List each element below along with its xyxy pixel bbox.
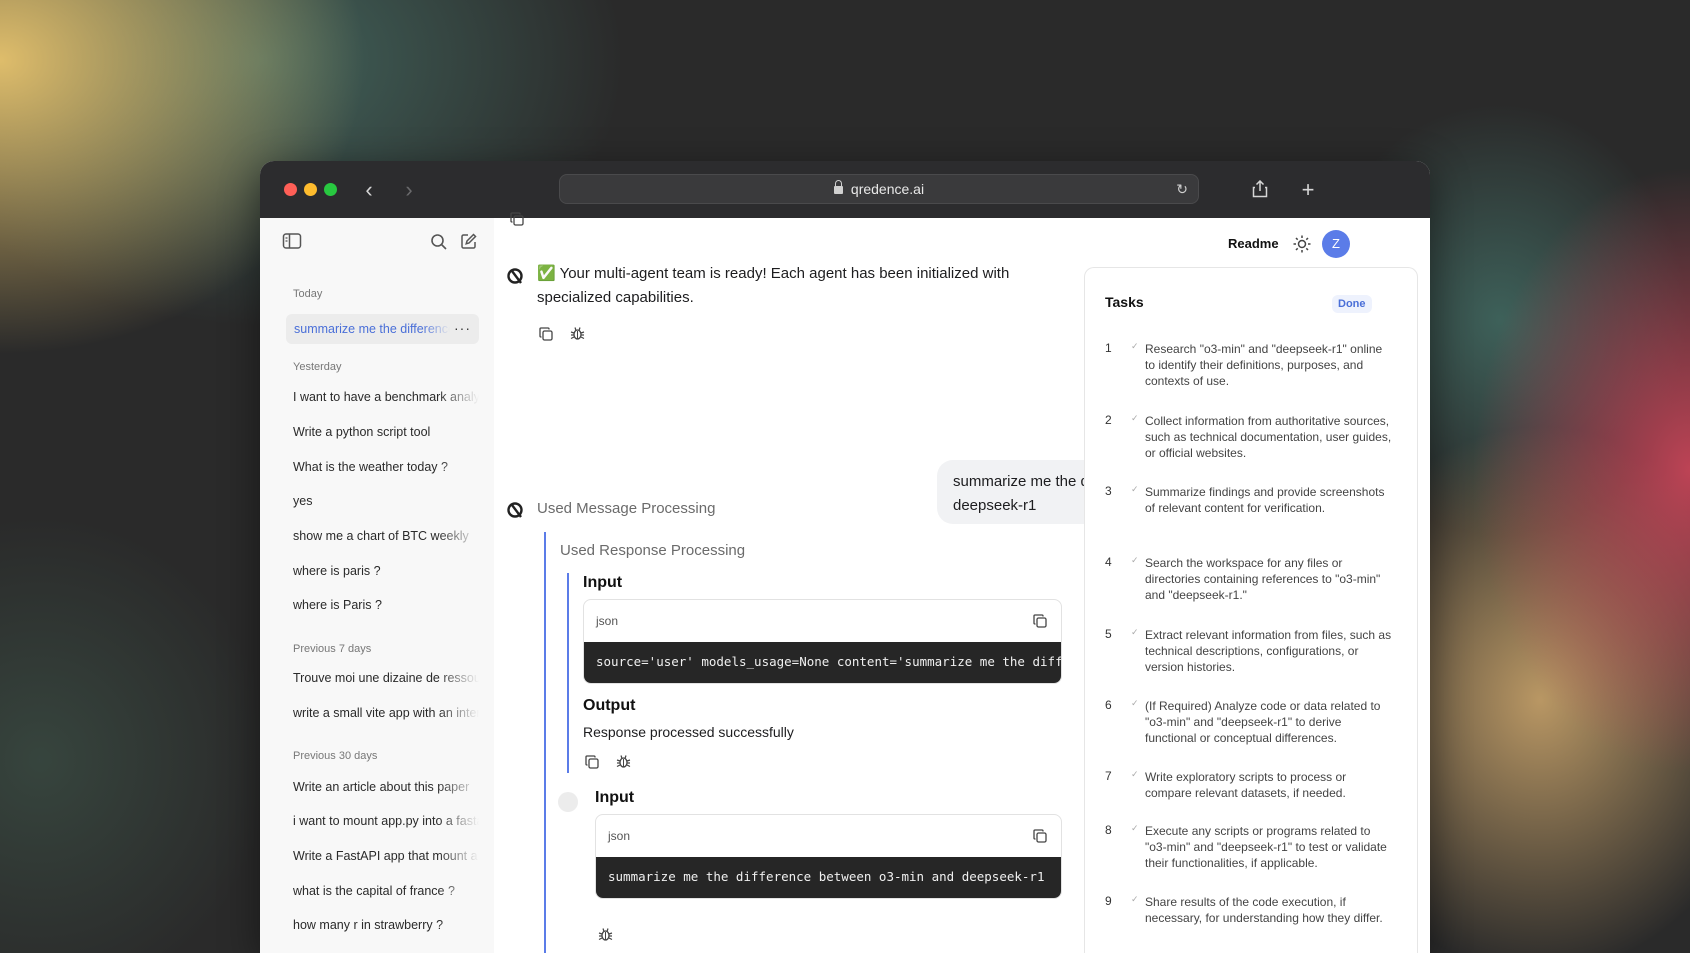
- sidebar-item[interactable]: what is the capital of france ?: [293, 884, 479, 898]
- sidebar-item[interactable]: Write a python script tool: [293, 425, 479, 439]
- code-content: source='user' models_usage=None content=…: [584, 642, 1061, 683]
- copy-icon[interactable]: [585, 755, 601, 771]
- tasks-panel: Tasks Done 1 ✓ Research "o3-min" and "de…: [1084, 267, 1418, 953]
- sidebar-item[interactable]: What is the weather today ?: [293, 460, 479, 474]
- url-text: qredence.ai: [850, 181, 925, 197]
- sidebar-item[interactable]: Write an article about this paper: [293, 780, 479, 794]
- code-language-label: json: [608, 829, 631, 843]
- sidebar-item[interactable]: write a small vite app with an interface: [293, 706, 479, 720]
- code-block-input: json summarize me the difference between…: [595, 814, 1062, 899]
- task-number: 1: [1105, 341, 1112, 355]
- back-arrow-icon[interactable]: ‹: [354, 175, 384, 205]
- new-chat-icon[interactable]: [460, 232, 484, 256]
- forward-arrow-icon[interactable]: ›: [394, 175, 424, 205]
- section-title-previous-30-days: Previous 30 days: [293, 750, 378, 762]
- input-heading: Input: [583, 574, 623, 591]
- sidebar-item[interactable]: I want to have a benchmark analysis: [293, 390, 479, 404]
- sidebar: Today summarize me the difference betwee…: [260, 218, 494, 953]
- copy-icon[interactable]: [510, 212, 526, 228]
- task-text: Share results of the code execution, if …: [1145, 895, 1383, 925]
- code-content: summarize me the difference between o3-m…: [596, 857, 1061, 898]
- task-number: 5: [1105, 627, 1112, 641]
- used-message-processing-label[interactable]: Used Message Processing: [537, 500, 715, 517]
- check-icon: ✓: [1131, 823, 1139, 833]
- check-icon: ✓: [1131, 894, 1139, 904]
- check-icon: ✓: [1131, 627, 1139, 637]
- output-text: Response processed successfully: [583, 724, 794, 740]
- search-icon[interactable]: [430, 233, 454, 257]
- sidebar-item[interactable]: show me a chart of BTC weekly: [293, 529, 479, 543]
- task-text: Search the workspace for any files or di…: [1145, 556, 1381, 602]
- address-bar[interactable]: qredence.ai ↻: [559, 174, 1199, 204]
- task-number: 3: [1105, 484, 1112, 498]
- sidebar-toggle-icon[interactable]: [282, 232, 306, 256]
- zoom-window-button[interactable]: [324, 183, 337, 196]
- close-window-button[interactable]: [284, 183, 297, 196]
- sidebar-item[interactable]: i want to mount app.py into a fastapi: [293, 814, 479, 828]
- lock-icon: [833, 180, 843, 194]
- copy-icon[interactable]: [539, 327, 555, 343]
- sidebar-item[interactable]: yes: [293, 494, 479, 508]
- share-icon[interactable]: [1245, 175, 1275, 205]
- copy-code-icon[interactable]: [1033, 829, 1047, 843]
- task-number: 9: [1105, 894, 1112, 908]
- section-title-previous-7-days: Previous 7 days: [293, 643, 372, 655]
- task-number: 8: [1105, 823, 1112, 837]
- more-options-icon[interactable]: ···: [454, 320, 471, 336]
- sidebar-item[interactable]: Trouve moi une dizaine de ressources: [293, 671, 479, 685]
- check-icon: ✓: [1131, 698, 1139, 708]
- browser-titlebar: ‹ › qredence.ai ↻ +: [260, 161, 1430, 218]
- app-content: Today summarize me the difference betwee…: [260, 212, 1430, 953]
- tasks-title: Tasks: [1105, 294, 1144, 310]
- task-text: Summarize findings and provide screensho…: [1145, 485, 1385, 515]
- agent-logo-icon: [506, 267, 524, 285]
- agent-message: ✅ Your multi-agent team is ready! Each a…: [537, 265, 1010, 306]
- bug-icon[interactable]: [616, 754, 632, 770]
- check-icon: ✓: [1131, 769, 1139, 779]
- task-text: Execute any scripts or programs related …: [1145, 824, 1387, 870]
- new-tab-icon[interactable]: +: [1293, 175, 1323, 205]
- browser-window: ‹ › qredence.ai ↻ + Today summarize me t…: [260, 161, 1430, 953]
- sidebar-item[interactable]: where is paris ?: [293, 564, 479, 578]
- copy-code-icon[interactable]: [1033, 614, 1047, 628]
- sidebar-item-label: summarize me the difference between o3-m…: [294, 322, 450, 336]
- sidebar-item[interactable]: Write a FastAPI app that mount a: [293, 849, 479, 863]
- code-block-input: json source='user' models_usage=None con…: [583, 599, 1062, 684]
- sidebar-item[interactable]: how many r in strawberry ?: [293, 918, 479, 932]
- section-title-yesterday: Yesterday: [293, 361, 342, 373]
- status-badge: Done: [1332, 295, 1372, 313]
- reload-icon[interactable]: ↻: [1176, 175, 1188, 203]
- sidebar-item[interactable]: where is Paris ?: [293, 598, 479, 612]
- task-text: Write exploratory scripts to process or …: [1145, 770, 1347, 800]
- task-number: 4: [1105, 555, 1112, 569]
- used-response-processing-label[interactable]: Used Response Processing: [560, 542, 745, 559]
- thread-line: [544, 532, 546, 953]
- bug-icon[interactable]: [598, 927, 614, 943]
- check-icon: ✓: [1131, 341, 1139, 351]
- task-text: Extract relevant information from files,…: [1145, 628, 1392, 674]
- task-text: Collect information from authoritative s…: [1145, 414, 1392, 460]
- section-title-today: Today: [293, 288, 323, 300]
- task-text: (If Required) Analyze code or data relat…: [1145, 699, 1381, 745]
- task-number: 2: [1105, 413, 1112, 427]
- output-heading: Output: [583, 697, 636, 714]
- task-number: 6: [1105, 698, 1112, 712]
- sidebar-item-active[interactable]: summarize me the difference between o3-m…: [286, 314, 479, 344]
- check-icon: ✓: [1131, 413, 1139, 423]
- bug-icon[interactable]: [570, 326, 586, 342]
- task-number: 7: [1105, 769, 1112, 783]
- code-language-label: json: [596, 614, 619, 628]
- input-heading: Input: [595, 789, 635, 806]
- check-icon: ✓: [1131, 555, 1139, 565]
- check-icon: ✓: [1131, 484, 1139, 494]
- agent-logo-icon: [506, 501, 524, 519]
- step-indicator: [558, 792, 578, 812]
- task-text: Research "o3-min" and "deepseek-r1" onli…: [1145, 342, 1383, 388]
- minimize-window-button[interactable]: [304, 183, 317, 196]
- thread-line: [567, 573, 569, 773]
